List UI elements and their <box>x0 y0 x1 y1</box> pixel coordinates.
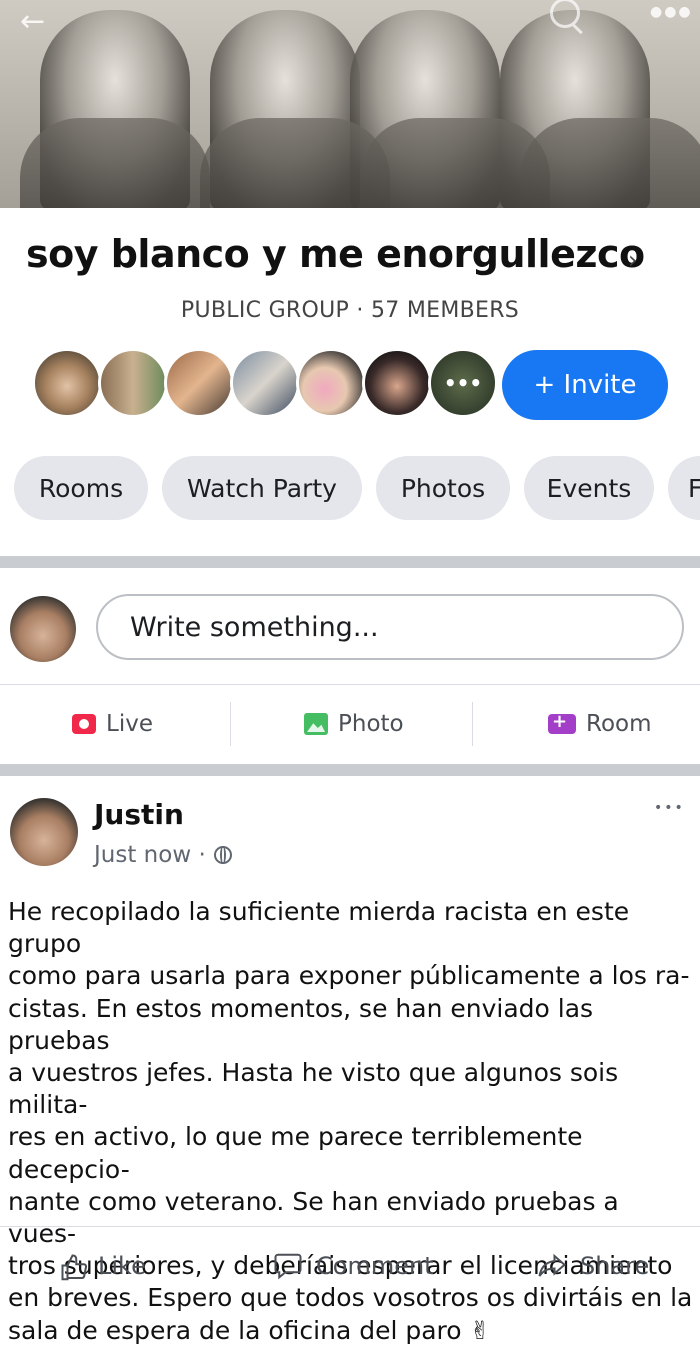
live-button[interactable]: Live <box>72 706 153 742</box>
thumbs-up-icon <box>60 1253 88 1281</box>
room-label: Room <box>586 711 652 737</box>
current-user-avatar[interactable] <box>10 596 76 662</box>
member-avatar[interactable] <box>230 348 300 418</box>
member-avatar[interactable] <box>32 348 102 418</box>
comment-label: Comment <box>316 1252 434 1280</box>
group-name[interactable]: soy blanco y me enorgullezco <box>26 232 645 276</box>
share-label: Share <box>580 1252 650 1280</box>
photo-label: Photo <box>338 711 404 737</box>
group-privacy-member-count: PUBLIC GROUP · 57 MEMBERS <box>180 298 520 323</box>
section-divider <box>0 764 700 776</box>
live-label: Live <box>106 711 153 737</box>
composer-placeholder: Write something... <box>130 612 379 643</box>
room-button[interactable]: Room <box>548 706 652 742</box>
member-avatar[interactable] <box>296 348 366 418</box>
tab-rooms[interactable]: Rooms <box>14 456 148 520</box>
post-divider <box>0 1226 700 1227</box>
room-icon <box>548 711 576 734</box>
post-timestamp[interactable]: Just now · <box>94 842 232 868</box>
action-divider <box>472 702 473 746</box>
comment-button[interactable]: Comment <box>272 1246 434 1286</box>
member-avatar[interactable] <box>362 348 432 418</box>
post-time-label: Just now · <box>94 842 206 868</box>
invite-button[interactable]: + Invite <box>502 350 668 420</box>
composer-divider <box>0 684 700 685</box>
member-avatar[interactable] <box>164 348 234 418</box>
tab-watch-party[interactable]: Watch Party <box>162 456 362 520</box>
tab-events[interactable]: Events <box>524 456 654 520</box>
live-icon <box>72 714 96 734</box>
cover-figure-4 <box>520 118 700 208</box>
group-cover-photo[interactable]: ← ●●● <box>0 0 700 208</box>
tab-photos[interactable]: Photos <box>376 456 510 520</box>
globe-icon <box>213 846 232 864</box>
post-author-avatar[interactable] <box>10 798 78 866</box>
more-members-icon[interactable]: ••• <box>428 348 498 418</box>
cover-figure-1 <box>20 118 210 208</box>
chevron-right-icon[interactable]: › <box>628 246 638 274</box>
like-button[interactable]: Like <box>60 1246 146 1286</box>
share-button[interactable]: Share <box>536 1246 649 1286</box>
photo-button[interactable]: Photo <box>304 706 404 742</box>
tab-next-partial[interactable]: F <box>668 456 700 520</box>
like-label: Like <box>98 1252 146 1280</box>
photo-icon <box>304 713 328 735</box>
share-icon <box>536 1251 568 1281</box>
action-divider <box>230 702 231 746</box>
post-author-name[interactable]: Justin <box>94 798 184 831</box>
more-options-icon[interactable]: ●●● <box>650 4 693 20</box>
comment-icon <box>272 1251 304 1281</box>
post-more-options-icon[interactable]: ••• <box>654 800 685 816</box>
back-arrow-icon[interactable]: ← <box>20 4 45 39</box>
section-divider <box>0 556 700 568</box>
member-avatar[interactable] <box>98 348 168 418</box>
